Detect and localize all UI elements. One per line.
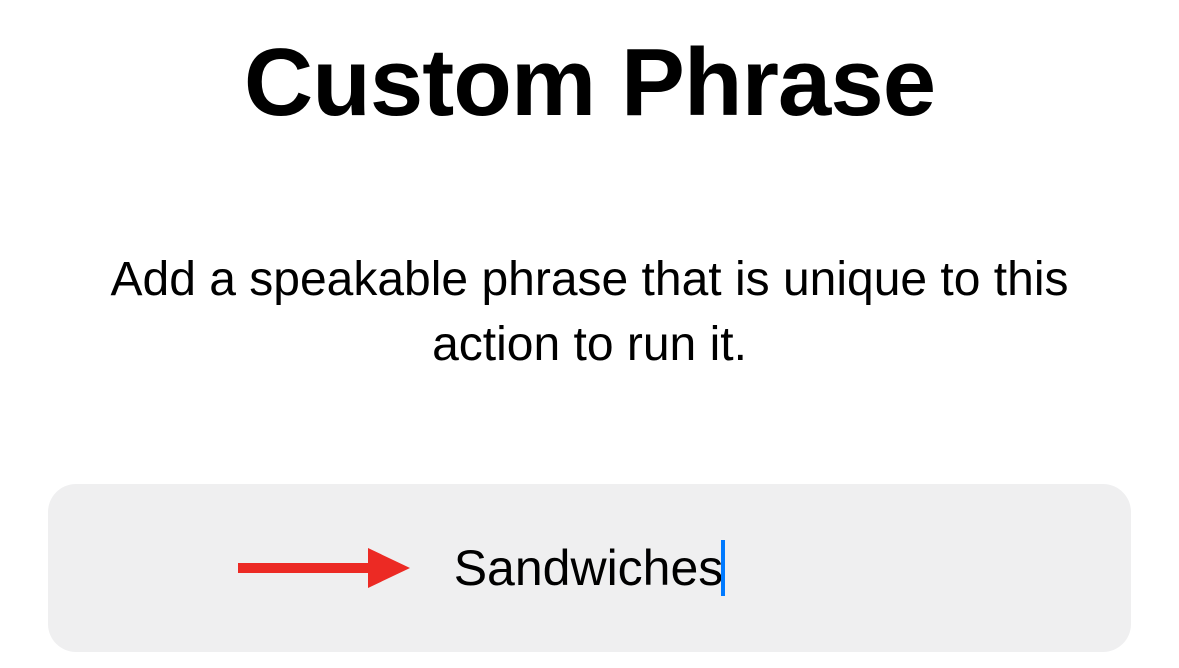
phrase-input-container[interactable]: Sandwiches <box>48 484 1131 652</box>
instruction-text: Add a speakable phrase that is unique to… <box>0 248 1179 378</box>
phrase-input[interactable]: Sandwiches <box>454 539 724 597</box>
phrase-input-wrapper: Sandwiches <box>454 539 726 597</box>
page-title: Custom Phrase <box>0 28 1179 138</box>
text-cursor <box>721 540 725 596</box>
